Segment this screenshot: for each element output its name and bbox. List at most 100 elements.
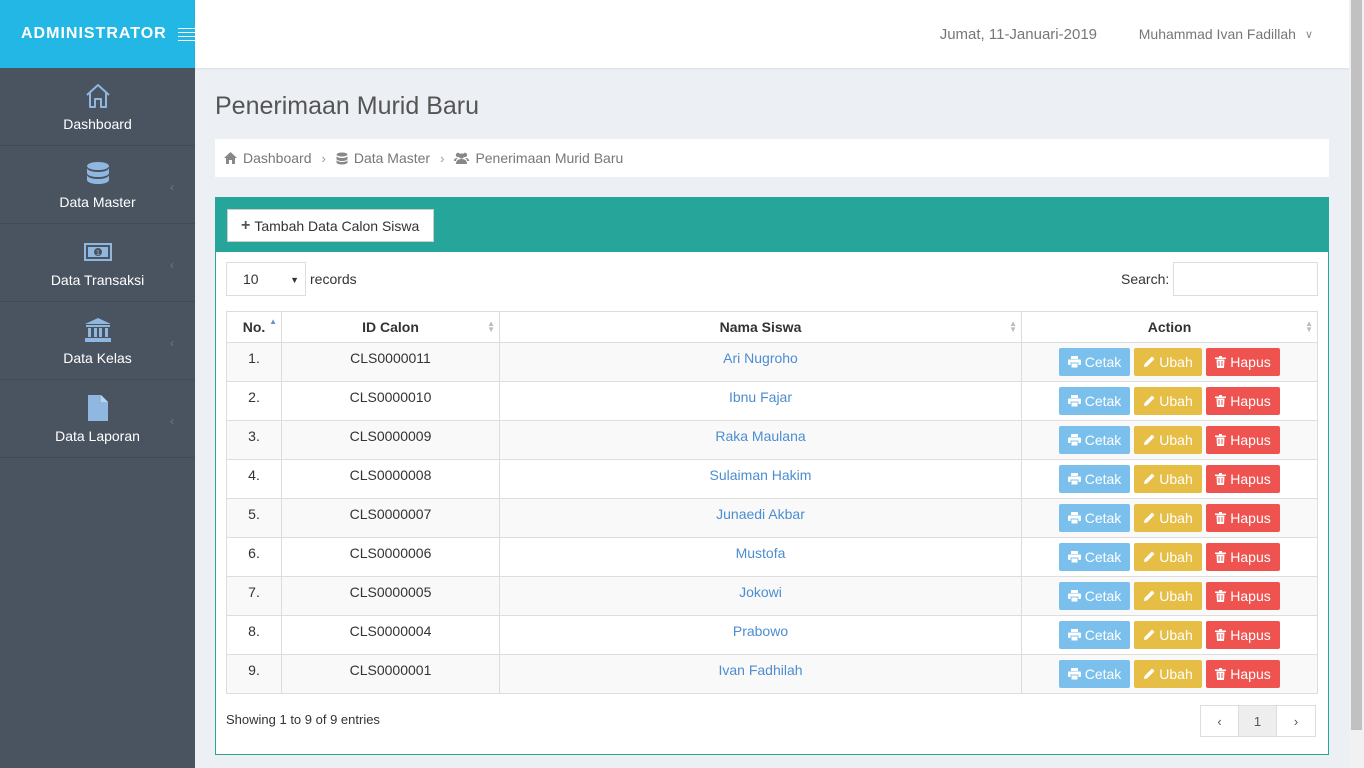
print-button[interactable]: Cetak xyxy=(1059,465,1130,493)
data-panel: + Tambah Data Calon Siswa 10 ▼ records S… xyxy=(215,197,1329,755)
print-icon xyxy=(1067,629,1081,641)
print-button[interactable]: Cetak xyxy=(1059,426,1130,454)
sidebar-item-data-transaksi[interactable]: 1 Data Transaksi ‹ xyxy=(0,224,195,302)
breadcrumb-label: Data Master xyxy=(353,150,431,166)
edit-button[interactable]: Ubah xyxy=(1134,543,1202,571)
pencil-icon xyxy=(1143,395,1155,407)
search-label: Search: xyxy=(1121,271,1170,287)
print-button[interactable]: Cetak xyxy=(1059,543,1130,571)
print-button[interactable]: Cetak xyxy=(1059,387,1130,415)
col-header-name[interactable]: Nama Siswa ▲ ▼ xyxy=(499,311,1022,343)
print-button[interactable]: Cetak xyxy=(1059,621,1130,649)
row-number: 2. xyxy=(226,381,282,421)
chevron-right-icon: › xyxy=(321,150,326,166)
page-scrollbar[interactable] xyxy=(1349,0,1364,768)
page-length-select[interactable]: 10 ▼ xyxy=(226,262,306,296)
students-table: No. ▲ ID Calon ▲ ▼ Nama Siswa ▲ ▼ Action ▲ ▼ 1.… xyxy=(226,311,1318,694)
print-button[interactable]: Cetak xyxy=(1059,660,1130,688)
print-button[interactable]: Cetak xyxy=(1059,504,1130,532)
edit-button[interactable]: Ubah xyxy=(1134,504,1202,532)
col-header-id[interactable]: ID Calon ▲ ▼ xyxy=(281,311,500,343)
scrollbar-thumb[interactable] xyxy=(1351,0,1362,730)
pencil-icon xyxy=(1143,551,1155,563)
student-name-link[interactable]: Ibnu Fajar xyxy=(729,389,792,405)
chevron-right-icon: › xyxy=(440,150,445,166)
search-input[interactable] xyxy=(1173,262,1318,296)
table-row: 8. CLS0000004 Prabowo Cetak Ubah Hapus xyxy=(226,615,1318,655)
sidebar-item-dashboard[interactable]: Dashboard xyxy=(0,68,195,146)
student-name-link[interactable]: Sulaiman Hakim xyxy=(710,467,812,483)
top-header: Jumat, 11-Januari-2019 Muhammad Ivan Fad… xyxy=(195,0,1349,68)
sidebar-item-label: Data Laporan xyxy=(55,428,140,444)
user-menu[interactable]: Muhammad Ivan Fadillah ∨ xyxy=(1139,26,1313,42)
table-row: 7. CLS0000005 Jokowi Cetak Ubah Hapus xyxy=(226,576,1318,616)
delete-button[interactable]: Hapus xyxy=(1206,582,1280,610)
sidebar-item-data-kelas[interactable]: Data Kelas ‹ xyxy=(0,302,195,380)
student-name-link[interactable]: Ari Nugroho xyxy=(723,350,798,366)
delete-button[interactable]: Hapus xyxy=(1206,660,1280,688)
institution-icon xyxy=(84,315,112,345)
delete-button[interactable]: Hapus xyxy=(1206,426,1280,454)
edit-button[interactable]: Ubah xyxy=(1134,660,1202,688)
row-number: 5. xyxy=(226,498,282,538)
menu-toggle-icon[interactable] xyxy=(177,27,195,41)
prev-page-button[interactable]: ‹ xyxy=(1201,706,1239,736)
delete-button[interactable]: Hapus xyxy=(1206,465,1280,493)
edit-button[interactable]: Ubah xyxy=(1134,387,1202,415)
sidebar-item-data-laporan[interactable]: Data Laporan ‹ xyxy=(0,380,195,458)
sidebar-item-data-master[interactable]: Data Master ‹ xyxy=(0,146,195,224)
chevron-down-icon: ∨ xyxy=(1304,28,1313,41)
row-number: 9. xyxy=(226,654,282,694)
student-name-link[interactable]: Mustofa xyxy=(736,545,786,561)
panel-header: + Tambah Data Calon Siswa xyxy=(216,198,1328,252)
table-body: 1. CLS0000011 Ari Nugroho Cetak Ubah Hapus 2. C… xyxy=(226,342,1318,694)
records-label: records xyxy=(310,271,357,287)
breadcrumb-data-master[interactable]: Data Master xyxy=(336,150,430,166)
sidebar-item-label: Data Master xyxy=(59,194,136,210)
chevron-left-icon: ‹ xyxy=(170,336,174,350)
page-length-value: 10 xyxy=(243,271,259,287)
current-date: Jumat, 11-Januari-2019 xyxy=(939,26,1097,43)
breadcrumb-dashboard[interactable]: Dashboard xyxy=(224,150,312,166)
home-icon xyxy=(224,152,237,164)
chevron-left-icon: ‹ xyxy=(170,180,174,194)
delete-button[interactable]: Hapus xyxy=(1206,348,1280,376)
student-name-link[interactable]: Ivan Fadhilah xyxy=(718,662,802,678)
print-icon xyxy=(1067,512,1081,524)
pencil-icon xyxy=(1143,512,1155,524)
row-id: CLS0000010 xyxy=(281,381,500,421)
next-page-button[interactable]: › xyxy=(1277,706,1315,736)
student-name-link[interactable]: Junaedi Akbar xyxy=(716,506,805,522)
table-row: 4. CLS0000008 Sulaiman Hakim Cetak Ubah Hapus xyxy=(226,459,1318,499)
page-button-current[interactable]: 1 xyxy=(1239,706,1277,736)
edit-button[interactable]: Ubah xyxy=(1134,348,1202,376)
delete-button[interactable]: Hapus xyxy=(1206,621,1280,649)
edit-button[interactable]: Ubah xyxy=(1134,582,1202,610)
row-id: CLS0000007 xyxy=(281,498,500,538)
delete-button[interactable]: Hapus xyxy=(1206,387,1280,415)
brand-bar: ADMINISTRATOR xyxy=(0,0,195,68)
pencil-icon xyxy=(1143,668,1155,680)
table-row: 9. CLS0000001 Ivan Fadhilah Cetak Ubah Hapus xyxy=(226,654,1318,694)
table-header-row: No. ▲ ID Calon ▲ ▼ Nama Siswa ▲ ▼ Action ▲ ▼ xyxy=(226,311,1318,343)
edit-button[interactable]: Ubah xyxy=(1134,465,1202,493)
delete-button[interactable]: Hapus xyxy=(1206,543,1280,571)
col-header-action[interactable]: Action ▲ ▼ xyxy=(1021,311,1318,343)
student-name-link[interactable]: Raka Maulana xyxy=(715,428,805,444)
col-header-no[interactable]: No. ▲ xyxy=(226,311,282,343)
edit-button[interactable]: Ubah xyxy=(1134,426,1202,454)
print-button[interactable]: Cetak xyxy=(1059,348,1130,376)
trash-icon xyxy=(1215,590,1227,602)
delete-button[interactable]: Hapus xyxy=(1206,504,1280,532)
add-student-button[interactable]: + Tambah Data Calon Siswa xyxy=(227,209,435,242)
student-name-link[interactable]: Prabowo xyxy=(733,623,788,639)
print-button[interactable]: Cetak xyxy=(1059,582,1130,610)
brand-title: ADMINISTRATOR xyxy=(21,25,167,42)
row-id: CLS0000004 xyxy=(281,615,500,655)
chevron-left-icon: ‹ xyxy=(170,414,174,428)
trash-icon xyxy=(1215,512,1227,524)
edit-button[interactable]: Ubah xyxy=(1134,621,1202,649)
student-name-link[interactable]: Jokowi xyxy=(739,584,782,600)
row-id: CLS0000006 xyxy=(281,537,500,577)
sort-asc-icon: ▲ xyxy=(269,317,277,326)
